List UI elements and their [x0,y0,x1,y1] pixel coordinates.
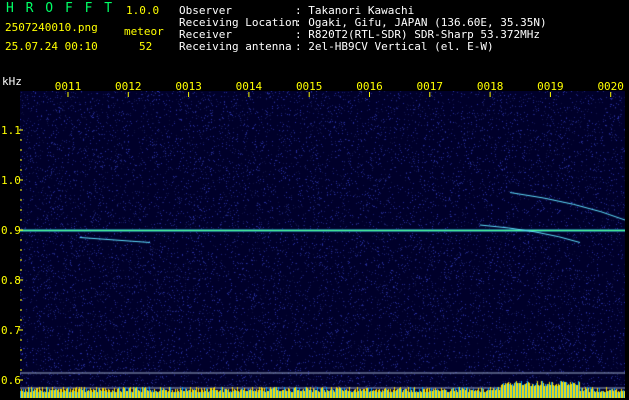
y-tick-label: 0.9 [1,224,21,237]
info-value-antenna: : 2el-HB9CV Vertical (el. E-W) [295,40,494,53]
x-tick-label: 0013 [175,80,202,93]
x-tick-label: 0019 [537,80,564,93]
app-version: 1.0.0 [126,4,160,17]
x-tick-label: 0011 [55,80,82,93]
y-tick-label: 1.1 [1,124,21,137]
y-tick-label: 1.0 [1,174,21,187]
app-brand: H R O F F T [6,1,115,16]
x-tick-label: 0017 [417,80,444,93]
meteor-label: meteor [124,25,164,38]
x-tick-label: 0018 [477,80,504,93]
x-tick-label: 0014 [236,80,263,93]
timestamp: 25.07.24 00:10 [5,40,98,53]
x-tick-label: 0016 [356,80,383,93]
info-label-antenna: Receiving antenna [179,40,292,53]
y-tick-label: 0.7 [1,324,21,337]
meteor-count: 52 [139,40,153,53]
y-tick-label: 0.8 [1,274,21,287]
spectrogram-axes: kHz 1.1 1.0 0.9 0.8 0.7 0.6 0011 0012 0013 0014 001… [1,75,624,387]
x-tick-label: 0015 [296,80,323,93]
y-unit-label: kHz [2,75,22,88]
x-tick-label: 0020 [597,80,624,93]
y-tick-label: 0.6 [1,374,21,387]
file-name: 2507240010.png [5,21,98,34]
x-tick-label: 0012 [115,80,142,93]
